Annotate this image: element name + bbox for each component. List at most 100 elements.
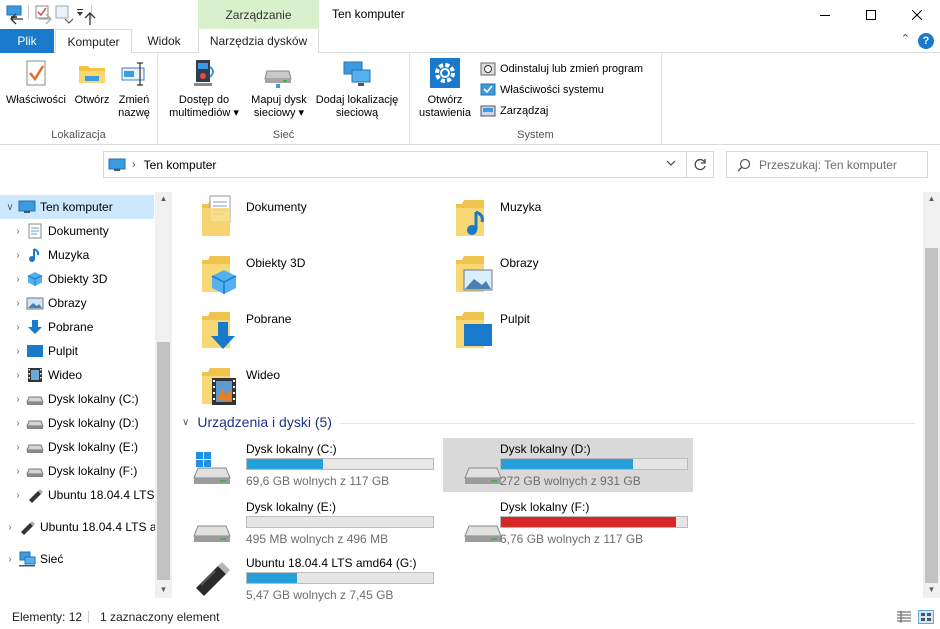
folder-music[interactable]: Muzyka bbox=[426, 188, 676, 244]
chevron-right-icon[interactable]: › bbox=[10, 322, 26, 333]
folder-downloads[interactable]: Pobrane bbox=[172, 300, 422, 356]
nav-item-drive-d[interactable]: › Dysk lokalny (D:) bbox=[0, 411, 138, 435]
drive-d[interactable]: Dysk lokalny (D:) 272 GB wolnych z 931 G… bbox=[443, 438, 693, 492]
system-properties-icon bbox=[480, 83, 496, 96]
scrollbar-thumb[interactable] bbox=[157, 342, 170, 580]
close-button[interactable] bbox=[894, 0, 940, 29]
chevron-right-icon[interactable]: › bbox=[10, 370, 26, 381]
chevron-right-icon[interactable]: › bbox=[2, 522, 18, 533]
nav-item-documents[interactable]: › Dokumenty bbox=[0, 219, 109, 243]
chevron-right-icon[interactable]: › bbox=[10, 298, 26, 309]
open-settings-button[interactable]: Otwórz ustawienia bbox=[414, 57, 476, 120]
manage-button[interactable]: Zarządzaj bbox=[480, 101, 548, 121]
downloads-folder-icon bbox=[202, 312, 235, 349]
chevron-right-icon[interactable]: › bbox=[10, 250, 26, 261]
chevron-right-icon[interactable]: › bbox=[2, 554, 18, 565]
back-button[interactable] bbox=[10, 12, 24, 28]
help-icon[interactable]: ? bbox=[918, 33, 934, 49]
documents-folder-icon bbox=[202, 195, 231, 236]
folder-name: Wideo bbox=[246, 368, 281, 382]
address-history-dropdown[interactable] bbox=[666, 158, 676, 171]
properties-button[interactable]: Właściwości bbox=[4, 57, 68, 107]
chevron-right-icon[interactable]: › bbox=[10, 418, 26, 429]
search-box[interactable] bbox=[726, 151, 928, 178]
scroll-up-icon[interactable]: ▲ bbox=[155, 194, 172, 203]
nav-item-videos[interactable]: › Wideo bbox=[0, 363, 82, 387]
recent-locations-button[interactable] bbox=[64, 13, 74, 29]
nav-item-drive-c[interactable]: › Dysk lokalny (C:) bbox=[0, 387, 138, 411]
drive-free-space: 5,47 GB wolnych z 7,45 GB bbox=[246, 588, 394, 602]
details-view-icon[interactable] bbox=[896, 610, 912, 624]
chevron-down-icon[interactable]: ∨ bbox=[182, 417, 189, 428]
uninstall-program-button[interactable]: Odinstaluj lub zmień program bbox=[480, 59, 643, 79]
drive-c[interactable]: Dysk lokalny (C:) 69,6 GB wolnych z 117 … bbox=[172, 438, 434, 492]
nav-item-ubuntu-g[interactable]: › Ubuntu 18.04.4 LTS bbox=[0, 483, 155, 507]
chevron-right-icon[interactable]: › bbox=[10, 490, 26, 501]
drive-e[interactable]: Dysk lokalny (E:) 495 MB wolnych z 496 M… bbox=[172, 496, 434, 550]
tab-view[interactable]: Widok bbox=[133, 29, 195, 53]
folder-desktop[interactable]: Pulpit bbox=[426, 300, 676, 356]
windows-drive-icon bbox=[193, 452, 231, 484]
folder-name: Obiekty 3D bbox=[246, 256, 306, 270]
nav-item-network[interactable]: › Sieć bbox=[0, 547, 63, 571]
breadcrumb-separator-icon[interactable]: › bbox=[132, 159, 136, 171]
rename-button[interactable]: Zmień nazwę bbox=[114, 57, 154, 120]
chevron-right-icon[interactable]: › bbox=[10, 226, 26, 237]
nav-item-drive-f[interactable]: › Dysk lokalny (F:) bbox=[0, 459, 137, 483]
open-label: Otwórz bbox=[74, 94, 110, 106]
nav-item-downloads[interactable]: › Pobrane bbox=[0, 315, 93, 339]
add-network-location-button[interactable]: Dodaj lokalizację sieciową bbox=[312, 57, 402, 120]
settings-gear-icon bbox=[430, 58, 460, 88]
large-icons-view-icon[interactable] bbox=[918, 610, 934, 624]
music-icon bbox=[29, 248, 40, 262]
up-button[interactable] bbox=[84, 12, 96, 29]
collapse-ribbon-icon[interactable]: ⌃ bbox=[901, 32, 910, 45]
maximize-button[interactable] bbox=[848, 0, 894, 29]
forward-button[interactable] bbox=[38, 12, 52, 28]
system-properties-button[interactable]: Właściwości systemu bbox=[480, 80, 604, 100]
open-button[interactable]: Otwórz bbox=[70, 57, 114, 107]
folder-pictures[interactable]: Obrazy bbox=[426, 244, 676, 300]
tab-drive-tools[interactable]: Narzędzia dysków bbox=[198, 29, 319, 53]
nav-item-3d-objects[interactable]: › Obiekty 3D bbox=[0, 267, 107, 291]
nav-item-desktop[interactable]: › Pulpit bbox=[0, 339, 78, 363]
nav-item-drive-e[interactable]: › Dysk lokalny (E:) bbox=[0, 435, 138, 459]
navigation-pane-scrollbar[interactable]: ▲ ▼ bbox=[155, 192, 172, 598]
chevron-right-icon[interactable]: › bbox=[10, 274, 26, 285]
chevron-right-icon[interactable]: › bbox=[10, 466, 26, 477]
nav-item-this-pc[interactable]: ∨ Ten komputer bbox=[0, 195, 154, 219]
content-scrollbar[interactable]: ▲ ▼ bbox=[923, 192, 940, 598]
media-access-button[interactable]: Dostęp do multimediów ▾ bbox=[166, 57, 242, 120]
map-network-drive-button[interactable]: Mapuj dysk sieciowy ▾ bbox=[246, 57, 312, 120]
chevron-down-icon[interactable]: ∨ bbox=[2, 202, 18, 213]
group-label-system: System bbox=[517, 129, 554, 141]
open-folder-icon bbox=[79, 66, 105, 83]
devices-section-header[interactable]: ∨ Urządzenia i dyski (5) bbox=[182, 414, 332, 430]
scroll-down-icon[interactable]: ▼ bbox=[155, 585, 172, 594]
drive-free-space: 69,6 GB wolnych z 117 GB bbox=[246, 474, 390, 488]
folder-videos[interactable]: Wideo bbox=[172, 356, 422, 412]
search-input[interactable] bbox=[759, 157, 919, 172]
close-icon bbox=[912, 9, 922, 20]
folder-3d-objects[interactable]: Obiekty 3D bbox=[172, 244, 422, 300]
scroll-up-icon[interactable]: ▲ bbox=[923, 194, 940, 203]
scrollbar-thumb[interactable] bbox=[925, 248, 938, 583]
open-settings-label-1: Otwórz bbox=[427, 94, 463, 106]
tab-file[interactable]: Plik bbox=[0, 29, 54, 53]
scroll-down-icon[interactable]: ▼ bbox=[923, 585, 940, 594]
breadcrumb-item[interactable]: Ten komputer bbox=[144, 158, 217, 172]
drive-free-space: 6,76 GB wolnych z 117 GB bbox=[500, 532, 644, 546]
tab-computer[interactable]: Komputer bbox=[55, 29, 132, 54]
refresh-button[interactable] bbox=[686, 151, 714, 178]
chevron-right-icon[interactable]: › bbox=[10, 346, 26, 357]
chevron-right-icon[interactable]: › bbox=[10, 442, 26, 453]
address-bar[interactable]: › Ten komputer bbox=[103, 151, 687, 178]
drive-g[interactable]: Ubuntu 18.04.4 LTS amd64 (G:) 5,47 GB wo… bbox=[172, 552, 434, 606]
nav-item-ubuntu-root[interactable]: › Ubuntu 18.04.4 LTS ar bbox=[0, 515, 161, 539]
nav-item-pictures[interactable]: › Obrazy bbox=[0, 291, 86, 315]
drive-f[interactable]: Dysk lokalny (F:) 6,76 GB wolnych z 117 … bbox=[443, 496, 693, 550]
nav-item-music[interactable]: › Muzyka bbox=[0, 243, 89, 267]
chevron-right-icon[interactable]: › bbox=[10, 394, 26, 405]
minimize-button[interactable] bbox=[802, 0, 848, 29]
folder-documents[interactable]: Dokumenty bbox=[172, 188, 422, 244]
